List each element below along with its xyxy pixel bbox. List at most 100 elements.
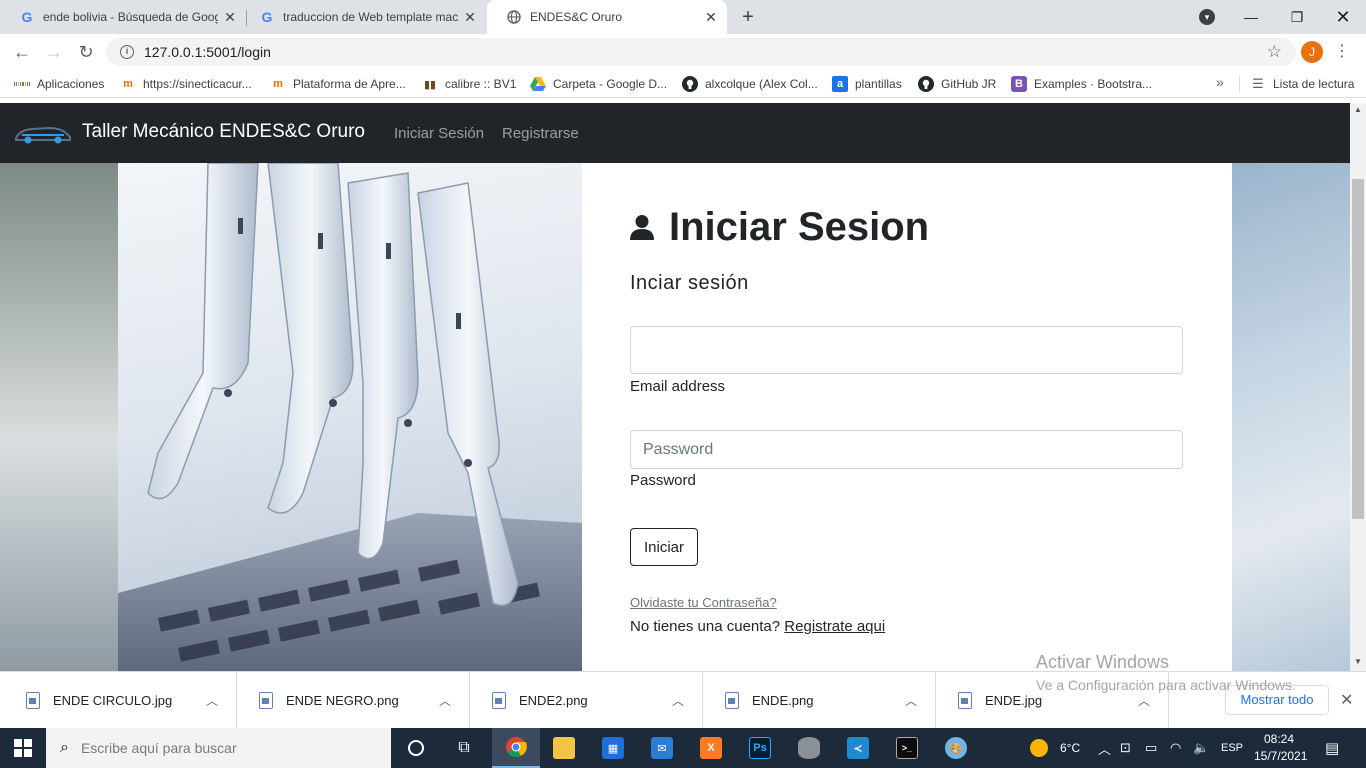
close-download-shelf-icon[interactable]: ✕ (1340, 690, 1353, 710)
taskbar-clock[interactable]: 08:24 15/7/2021 (1254, 731, 1307, 765)
close-window-icon[interactable]: ✕ (1320, 0, 1366, 34)
reload-icon[interactable]: ↻ (74, 40, 98, 64)
site-info-icon[interactable]: i (120, 45, 134, 59)
chevron-up-icon[interactable]: ︿ (905, 692, 917, 709)
browser-tab-ende-bolivia[interactable]: G ende bolivia - Búsqueda de Goog ✕ (0, 0, 246, 34)
register-link[interactable]: Registrate aqui (784, 618, 885, 635)
bookmark-plantillas[interactable]: a plantillas (832, 74, 902, 94)
bookmark-label: GitHub JR (941, 77, 997, 91)
login-subtitle: Inciar sesión (630, 272, 749, 294)
profile-avatar[interactable]: J (1301, 41, 1323, 63)
windows-activation-watermark: Activar Windows Ve a Configuración para … (1036, 652, 1296, 693)
database-icon (798, 737, 820, 759)
clock-time: 08:24 (1263, 732, 1295, 746)
taskbar-vscode[interactable]: ≺ (834, 728, 882, 768)
bookmark-apps[interactable]: Aplicaciones (14, 74, 104, 94)
taskbar-database[interactable] (785, 728, 833, 768)
reading-list[interactable]: ☰ Lista de lectura (1250, 74, 1354, 94)
scroll-up-arrow-icon[interactable]: ▲ (1350, 105, 1366, 117)
taskbar-paint[interactable]: 🎨 (932, 728, 980, 768)
taskbar-chrome[interactable] (492, 728, 540, 768)
battery-icon[interactable]: ▭ (1145, 728, 1157, 768)
google-drive-icon (530, 76, 546, 92)
bookmark-plataforma[interactable]: m Plataforma de Apre... (270, 74, 406, 94)
url-text[interactable]: 127.0.0.1:5001/login (144, 44, 271, 60)
address-bar[interactable]: i 127.0.0.1:5001/login ☆ (106, 38, 1296, 66)
taskbar-store[interactable]: ▦ (589, 728, 637, 768)
reading-list-icon: ☰ (1252, 76, 1264, 91)
browser-tab-strip: G ende bolivia - Búsqueda de Goog ✕ G tr… (0, 0, 1366, 34)
bookmark-sinectica[interactable]: m https://sinecticacur... (120, 74, 252, 94)
close-tab-icon[interactable]: ✕ (462, 9, 478, 25)
more-bookmarks-icon[interactable]: » (1216, 74, 1224, 90)
bookmark-label: Plataforma de Apre... (293, 77, 406, 91)
taskbar-photoshop[interactable]: Ps (736, 728, 784, 768)
password-label: Password (630, 472, 696, 489)
scroll-down-arrow-icon[interactable]: ▼ (1350, 657, 1366, 669)
new-tab-button[interactable]: + (737, 6, 759, 28)
nav-link-iniciar-sesion[interactable]: Iniciar Sesión (394, 125, 484, 142)
login-title: Iniciar Sesion (669, 205, 930, 249)
bookmark-calibre[interactable]: ▮▮ calibre :: BV1 (422, 74, 516, 94)
site-navbar: Taller Mecánico ENDES&C Oruro Iniciar Se… (0, 103, 1350, 163)
download-item[interactable]: ENDE NEGRO.png ︿ (237, 672, 470, 729)
windows-logo-icon (14, 739, 32, 757)
close-tab-icon[interactable]: ✕ (222, 9, 238, 25)
cortana-circle-icon (408, 740, 424, 756)
chevron-up-icon[interactable]: ︿ (439, 692, 451, 709)
chevron-up-icon[interactable]: ︿ (672, 692, 684, 709)
download-item[interactable]: ENDE.png ︿ (703, 672, 936, 729)
back-arrow-icon[interactable]: ← (10, 40, 34, 64)
bookmark-alxcolque[interactable]: alxcolque (Alex Col... (682, 74, 818, 94)
tray-device-icon[interactable]: ⊡ (1120, 728, 1131, 768)
volume-icon[interactable]: 🔈 (1193, 728, 1209, 768)
restore-window-icon[interactable]: ❐ (1274, 0, 1320, 34)
minimize-window-icon[interactable]: — (1228, 0, 1274, 34)
tab-search-icon[interactable]: ▾ (1199, 9, 1215, 25)
car-logo-icon[interactable] (14, 123, 72, 145)
task-view-button[interactable]: ⧉ (440, 728, 488, 768)
download-item[interactable]: ENDE CIRCULO.jpg ︿ (4, 672, 237, 729)
login-panel: Iniciar Sesion Inciar sesión Email addre… (582, 163, 1232, 671)
watermark-title: Activar Windows (1036, 652, 1170, 672)
scroll-thumb[interactable] (1352, 179, 1364, 519)
bookmark-bootstrap-examples[interactable]: B Examples · Bootstra... (1011, 74, 1152, 94)
browser-tab-endes-oruro[interactable]: ENDES&C Oruro ✕ (487, 0, 727, 34)
download-filename: ENDE CIRCULO.jpg (53, 693, 173, 708)
browser-tab-traduccion[interactable]: G traduccion de Web template mac ✕ (240, 0, 486, 34)
cortana-button[interactable] (392, 728, 440, 768)
input-language[interactable]: ESP (1221, 728, 1243, 768)
taskbar-terminal[interactable]: >_ (883, 728, 931, 768)
chrome-menu-icon[interactable]: ⋮ (1334, 42, 1350, 62)
taskbar-file-explorer[interactable] (540, 728, 588, 768)
tab-title: ende bolivia - Búsqueda de Goog (43, 10, 218, 24)
chevron-up-icon[interactable]: ︿ (206, 692, 218, 709)
page-viewport: Taller Mecánico ENDES&C Oruro Iniciar Se… (0, 103, 1350, 671)
login-submit-button[interactable]: Iniciar (630, 528, 698, 566)
nav-link-registrarse[interactable]: Registrarse (502, 125, 579, 142)
weather-widget[interactable]: 6°C (1030, 728, 1080, 768)
password-field[interactable] (630, 430, 1183, 469)
site-brand[interactable]: Taller Mecánico ENDES&C Oruro (82, 121, 365, 143)
taskbar-xampp[interactable]: X (687, 728, 735, 768)
bookmark-star-icon[interactable]: ☆ (1267, 42, 1282, 62)
bookmark-github-jr[interactable]: GitHub JR (918, 74, 996, 94)
tray-show-hidden-icon[interactable]: ︿ (1098, 728, 1111, 768)
bookmark-google-drive[interactable]: Carpeta - Google D... (530, 74, 667, 94)
email-field[interactable] (630, 326, 1183, 374)
bootstrap-icon: B (1011, 76, 1027, 92)
taskbar-search-box[interactable]: ⌕ Escribe aquí para buscar (46, 728, 391, 768)
download-item[interactable]: ENDE2.png ︿ (470, 672, 703, 729)
taskbar-mail[interactable]: ✉ (638, 728, 686, 768)
forward-arrow-icon[interactable]: → (42, 40, 66, 64)
email-label: Email address (630, 378, 726, 395)
notifications-icon[interactable]: ▤ (1325, 728, 1339, 768)
chevron-up-icon[interactable]: ︿ (1138, 692, 1150, 709)
folder-icon (553, 737, 575, 759)
wifi-icon[interactable]: ◠ (1170, 728, 1181, 768)
page-scrollbar[interactable]: ▲ ▼ (1350, 103, 1366, 671)
vscode-icon: ≺ (847, 737, 869, 759)
forgot-password-link[interactable]: Olvidaste tu Contraseña? (630, 595, 777, 610)
windows-start-button[interactable] (0, 728, 46, 768)
close-tab-icon[interactable]: ✕ (703, 9, 719, 25)
